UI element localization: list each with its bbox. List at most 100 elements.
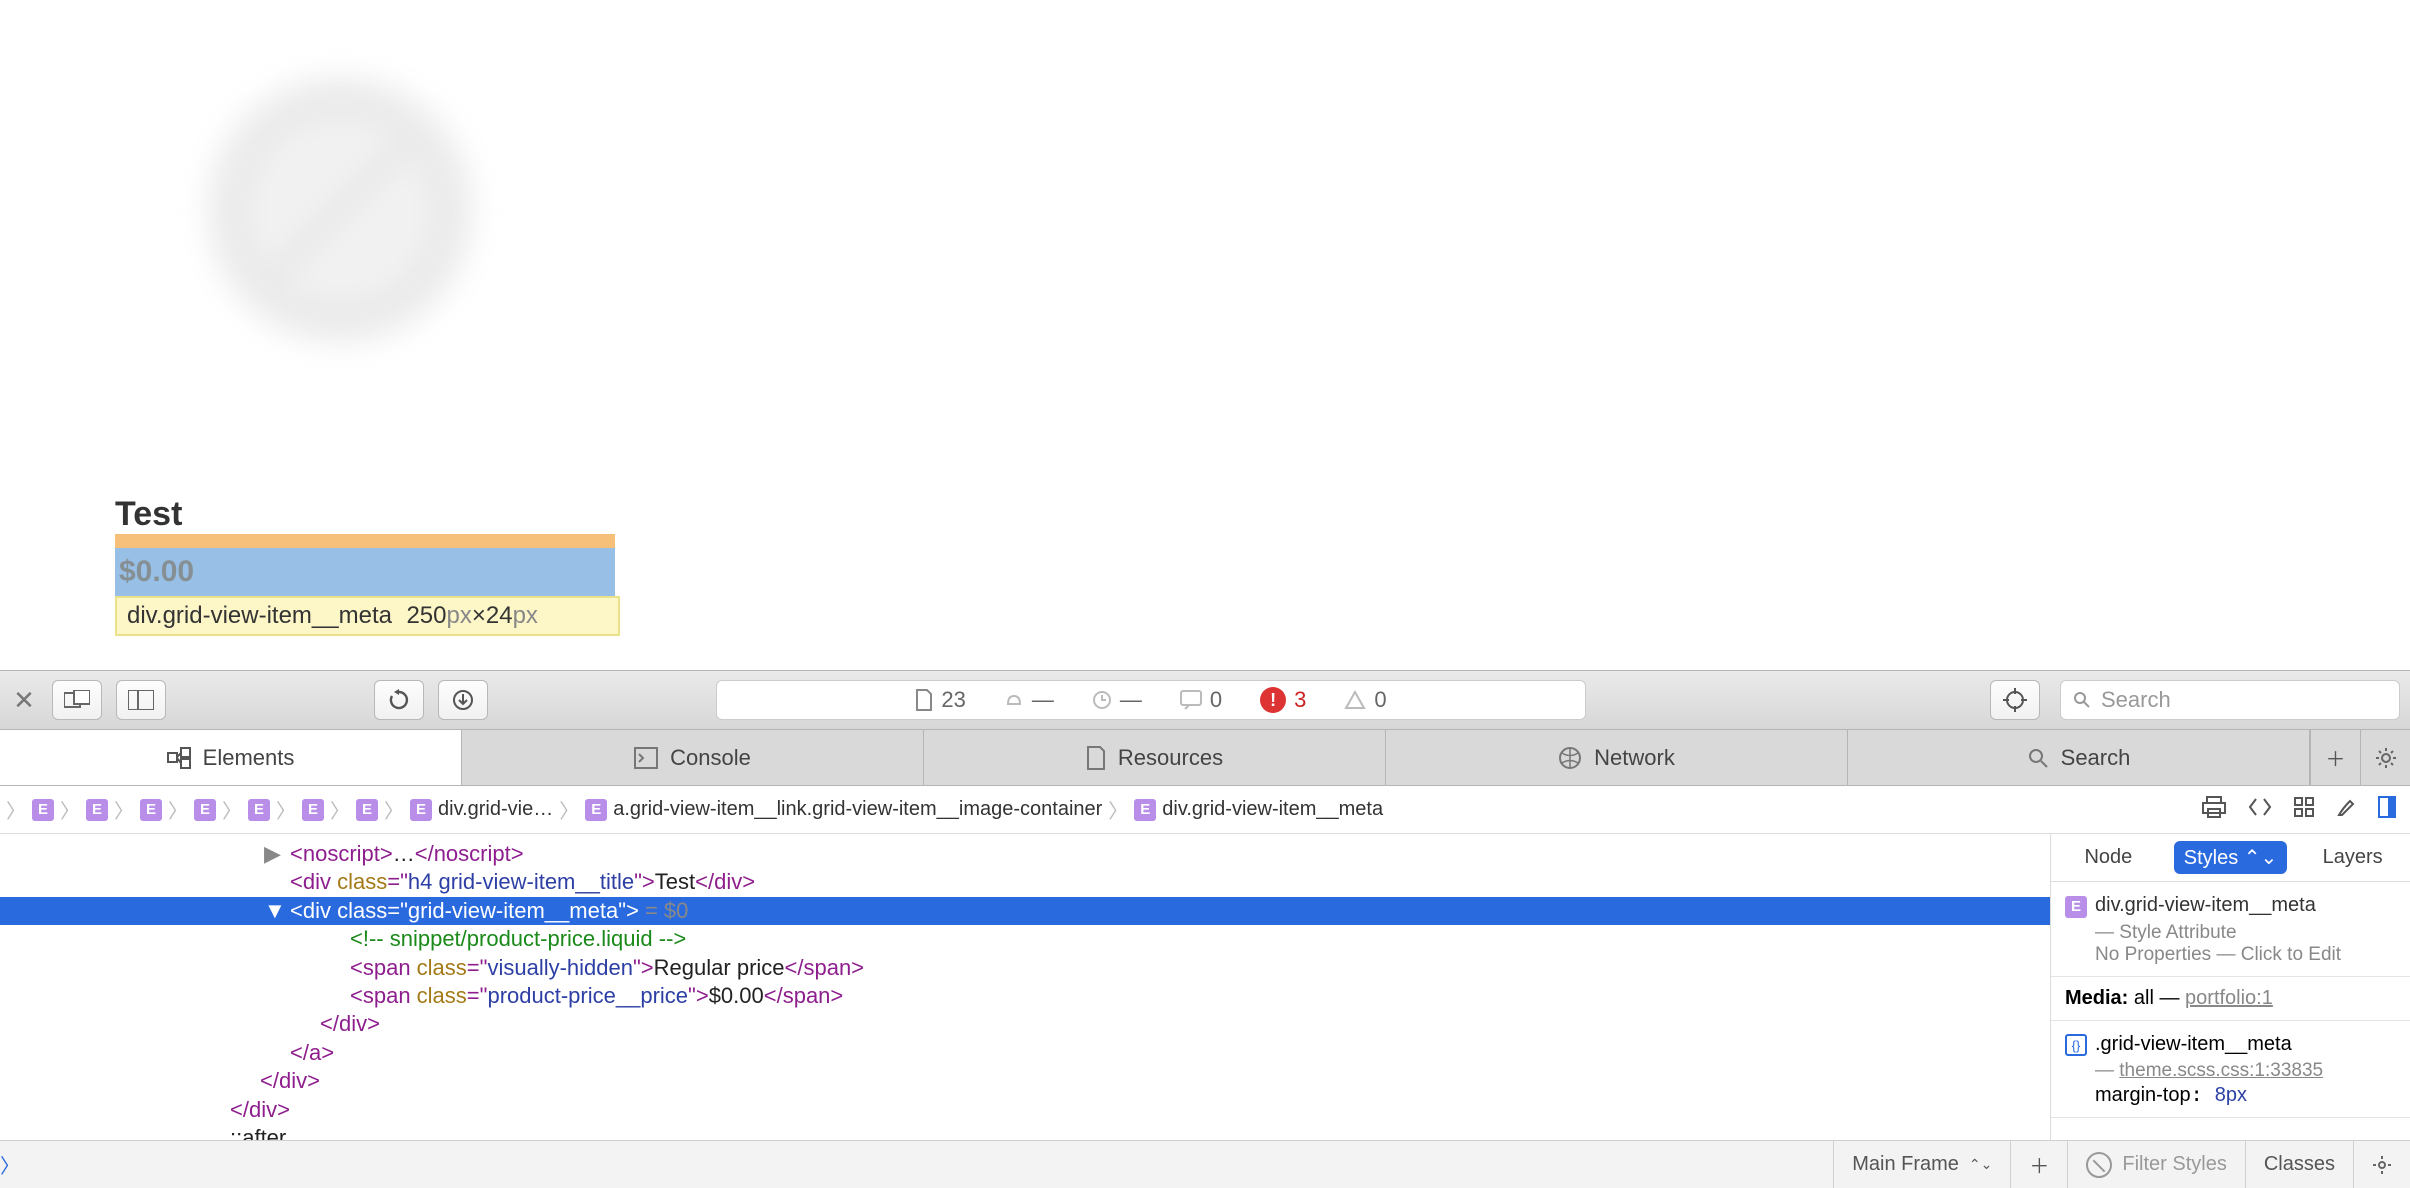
status-bar[interactable]: 23 — — 0 ! 3 0 [716, 680, 1586, 720]
product-price: $0.00 [119, 555, 194, 589]
element-badge-icon: E [1134, 799, 1156, 821]
element-badge-icon: E [302, 799, 324, 821]
devtools-panel: ✕ 23 — — [0, 670, 2410, 1188]
network-icon [1558, 746, 1582, 770]
breadcrumb-item[interactable]: E [140, 799, 162, 821]
console-icon [634, 747, 658, 769]
filter-icon [2086, 1152, 2112, 1178]
add-tab-button[interactable]: ＋ [2310, 730, 2360, 785]
tab-console[interactable]: Console [462, 730, 924, 785]
tooltip-width: 250 [406, 602, 446, 630]
bell-icon [1004, 690, 1024, 710]
search-icon [2073, 691, 2091, 709]
prohibited-icon [210, 80, 470, 340]
classes-toggle[interactable]: Classes [2245, 1141, 2353, 1188]
dom-tree[interactable]: ▶<noscript>…</noscript> <div class="h4 g… [0, 834, 2050, 1140]
rule-badge-icon: {} [2065, 1034, 2087, 1056]
breadcrumb-item[interactable]: Ediv.grid-vie… [410, 798, 553, 821]
tab-network[interactable]: Network [1386, 730, 1848, 785]
close-devtools-button[interactable]: ✕ [10, 686, 38, 714]
grid-view-button[interactable] [2294, 797, 2314, 823]
box-model-margin-overlay [115, 534, 615, 548]
devtools-tabs: Elements Console Resources Network Searc… [0, 730, 2410, 786]
element-badge-icon: E [585, 799, 607, 821]
breadcrumb-item[interactable]: E [32, 799, 54, 821]
paint-flashing-button[interactable] [2336, 796, 2356, 824]
error-badge-icon: ! [1260, 687, 1286, 713]
element-badge-icon: E [86, 799, 108, 821]
elements-icon [167, 747, 191, 769]
styles-tab-node[interactable]: Node [2051, 846, 2166, 869]
media-query-section: Media: all — portfolio:1 [2051, 977, 2410, 1021]
tooltip-height: 24 [486, 602, 513, 630]
tab-resources[interactable]: Resources [924, 730, 1386, 785]
styles-tab-layers[interactable]: Layers [2295, 846, 2410, 869]
devtools-body: ▶<noscript>…</noscript> <div class="h4 g… [0, 834, 2410, 1140]
devtools-bottom-bar: 〉 Main Frame ⌃⌄ ＋ Filter Styles Classes [0, 1140, 2410, 1188]
download-icon [452, 689, 474, 711]
styles-sidebar: Node Styles ⌃⌄ Layers Ediv.grid-view-ite… [2050, 834, 2410, 1140]
tab-elements[interactable]: Elements [0, 730, 462, 785]
document-icon [915, 689, 933, 711]
download-button[interactable] [438, 680, 488, 720]
warning-icon [1344, 690, 1366, 710]
chevron-up-down-icon: ⌃⌄ [2244, 847, 2278, 869]
reload-button[interactable] [374, 680, 424, 720]
code-brackets-icon [2248, 797, 2272, 817]
errors-count: ! 3 [1260, 687, 1306, 713]
element-badge-icon: E [194, 799, 216, 821]
inspect-element-button[interactable] [1990, 680, 2040, 720]
breadcrumb-item-selected[interactable]: Ediv.grid-view-item__meta [1134, 798, 1383, 821]
print-styles-button[interactable] [2202, 796, 2226, 824]
grid-icon [2294, 797, 2314, 817]
toolbar-search-input[interactable]: Search [2060, 680, 2400, 720]
warnings-count: 0 [1344, 687, 1386, 713]
element-badge-icon: E [140, 799, 162, 821]
console-prompt-icon[interactable]: 〉 [0, 1150, 20, 1179]
message-icon [1180, 690, 1202, 710]
source-code-button[interactable] [2248, 797, 2272, 823]
element-badge-icon: E [356, 799, 378, 821]
tab-settings-button[interactable] [2360, 730, 2410, 785]
clock: — [1092, 687, 1142, 713]
frame-selector[interactable]: Main Frame ⌃⌄ [1833, 1141, 2010, 1188]
css-rule[interactable]: {}.grid-view-item__meta — theme.scss.css… [2051, 1021, 2410, 1119]
devtools-toolbar: ✕ 23 — — [0, 670, 2410, 730]
breadcrumb-item[interactable]: E [356, 799, 378, 821]
styles-tab-styles[interactable]: Styles ⌃⌄ [2174, 841, 2288, 874]
gear-icon [2375, 747, 2397, 769]
breadcrumb-item[interactable]: E [248, 799, 270, 821]
tab-search[interactable]: Search [1848, 730, 2310, 785]
tooltip-selector: div.grid-view-item__meta [127, 602, 392, 630]
page-preview: Test $0.00 div.grid-view-item__meta 250p… [0, 0, 2410, 670]
placeholder-no-image [190, 60, 490, 360]
target-crosshair-icon [2003, 688, 2027, 712]
rule-source-link[interactable]: theme.scss.css:1:33835 [2119, 1060, 2323, 1081]
element-badge-icon: E [248, 799, 270, 821]
settings-button[interactable] [2353, 1141, 2410, 1188]
resources-icon [1086, 746, 1106, 770]
breadcrumb-item[interactable]: E [86, 799, 108, 821]
element-badge-icon: E [410, 799, 432, 821]
style-attribute-section[interactable]: Ediv.grid-view-item__meta — Style Attrib… [2051, 882, 2410, 977]
chevron-right-icon: 〉 [6, 795, 26, 824]
reload-icon [388, 689, 410, 711]
product-card: Test $0.00 div.grid-view-item__meta 250p… [115, 495, 615, 636]
breadcrumb-item[interactable]: Ea.grid-view-item__link.grid-view-item__… [585, 798, 1102, 821]
layout-column-icon [2378, 796, 2396, 818]
media-source-link[interactable]: portfolio:1 [2185, 987, 2273, 1009]
dock-side-button[interactable] [52, 680, 102, 720]
timing: — [1004, 687, 1054, 713]
breadcrumb-item[interactable]: E [302, 799, 324, 821]
product-title: Test [115, 495, 615, 534]
element-badge-icon: E [2065, 896, 2087, 918]
chevron-up-down-icon: ⌃⌄ [1969, 1156, 1992, 1173]
dom-breadcrumbs: 〉 E〉 E〉 E〉 E〉 E〉 E〉 E〉 Ediv.grid-vie…〉 E… [0, 786, 2410, 834]
search-tab-icon [2027, 747, 2049, 769]
filter-styles-input[interactable]: Filter Styles [2067, 1141, 2244, 1188]
add-rule-button[interactable]: ＋ [2010, 1141, 2067, 1188]
toggle-sidebar-button[interactable] [116, 680, 166, 720]
document-count: 23 [915, 687, 965, 713]
breadcrumb-item[interactable]: E [194, 799, 216, 821]
layout-panel-button[interactable] [2378, 796, 2396, 824]
